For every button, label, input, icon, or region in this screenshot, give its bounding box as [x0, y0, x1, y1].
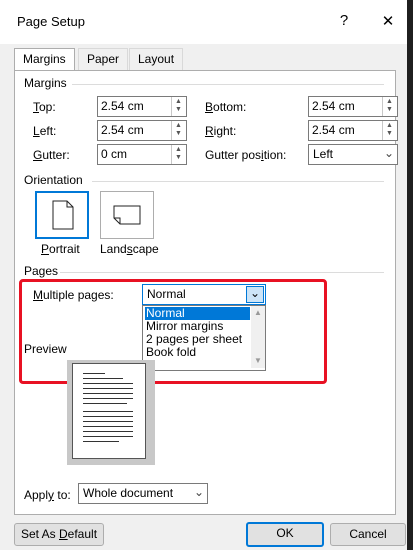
gutter-position-label: Gutter position:: [205, 148, 287, 162]
portrait-label: Portrait: [41, 242, 80, 256]
gutter-position-select[interactable]: Left ⌄: [308, 144, 398, 165]
landscape-label: Landscape: [100, 242, 159, 256]
tab-margins[interactable]: Margins: [14, 48, 75, 71]
right-margin-spinner[interactable]: ▲ ▼: [382, 121, 397, 140]
highlight-annotation: [19, 279, 327, 384]
dialog-title: Page Setup: [17, 14, 85, 29]
bottom-margin-input[interactable]: 2.54 cm ▲ ▼: [308, 96, 398, 117]
right-margin-value: 2.54 cm: [312, 123, 355, 137]
page-preview: [67, 360, 155, 465]
help-button[interactable]: ?: [334, 12, 354, 29]
right-label: Right:: [205, 124, 237, 138]
left-margin-input[interactable]: 2.54 cm ▲ ▼: [97, 120, 187, 141]
background-strip: [407, 0, 413, 550]
ok-button[interactable]: OK: [246, 522, 324, 547]
portrait-page-icon: [52, 200, 74, 230]
set-as-default-button[interactable]: Set As Default: [14, 523, 104, 546]
top-margin-input[interactable]: 2.54 cm ▲ ▼: [97, 96, 187, 117]
left-margin-value: 2.54 cm: [101, 123, 144, 137]
divider: [72, 84, 384, 85]
apply-to-value: Whole document: [83, 486, 174, 500]
landscape-button[interactable]: [100, 191, 154, 239]
chevron-down-icon: ⌄: [383, 146, 394, 160]
gutter-position-value: Left: [313, 147, 334, 161]
bottom-margin-value: 2.54 cm: [312, 99, 355, 113]
gutter-label: Gutter:: [33, 148, 70, 162]
cancel-button[interactable]: Cancel: [330, 523, 406, 546]
close-button[interactable]: ✕: [378, 12, 398, 30]
right-margin-input[interactable]: 2.54 cm ▲ ▼: [308, 120, 398, 141]
tab-layout[interactable]: Layout: [129, 48, 184, 70]
apply-to-label: Apply to:: [24, 488, 71, 502]
orientation-section-label: Orientation: [24, 173, 83, 187]
top-margin-value: 2.54 cm: [101, 99, 144, 113]
divider: [60, 272, 384, 273]
pages-section-label: Pages: [24, 264, 59, 278]
bottom-label: Bottom:: [205, 100, 247, 114]
portrait-button[interactable]: [35, 191, 89, 239]
gutter-spinner[interactable]: ▲ ▼: [171, 145, 186, 164]
preview-section-label: Preview: [24, 342, 67, 356]
tab-paper[interactable]: Paper: [78, 48, 129, 70]
top-label: Top:: [33, 100, 56, 114]
top-margin-spinner[interactable]: ▲ ▼: [171, 97, 186, 116]
preview-page: [72, 363, 146, 459]
apply-to-select[interactable]: Whole document ⌄: [78, 483, 208, 504]
title-bar: Page Setup ? ✕: [0, 0, 407, 44]
page-setup-dialog: Page Setup ? ✕ Margins Paper Layout Marg…: [0, 0, 407, 550]
bottom-margin-spinner[interactable]: ▲ ▼: [382, 97, 397, 116]
gutter-input[interactable]: 0 cm ▲ ▼: [97, 144, 187, 165]
landscape-page-icon: [113, 205, 141, 225]
margins-section-label: Margins: [24, 76, 67, 90]
gutter-value: 0 cm: [101, 147, 128, 161]
divider: [92, 181, 384, 182]
left-label: Left:: [33, 124, 57, 138]
chevron-down-icon: ⌄: [193, 485, 204, 499]
left-margin-spinner[interactable]: ▲ ▼: [171, 121, 186, 140]
